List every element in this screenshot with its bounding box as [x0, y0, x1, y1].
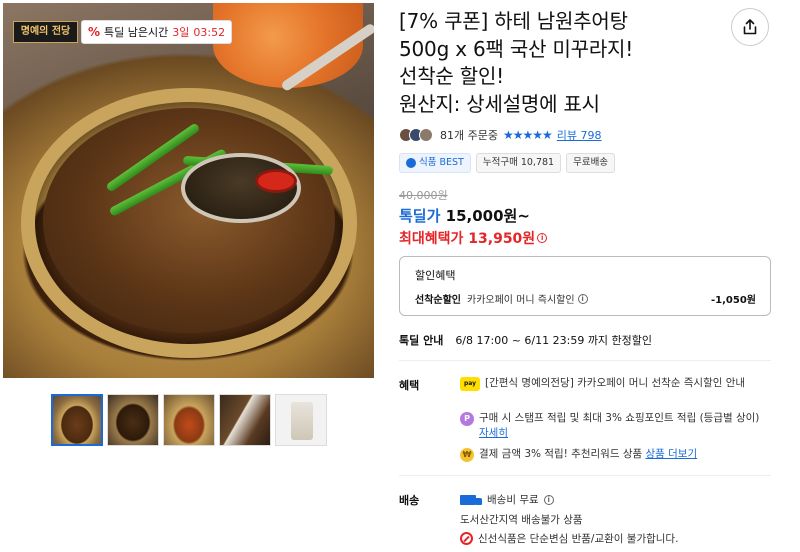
title-line: 원산지: 상세설명에 표시 [399, 91, 600, 116]
shipping-fee-text: 배송비 무료 [487, 494, 539, 506]
shipping-warning: 신선식품은 단순변심 반품/교환이 불가합니다. [460, 531, 678, 546]
discount-line: 선착순할인 카카오페이 머니 즉시할인 i -1,050원 [415, 291, 756, 306]
review-summary: 81개 주문중 ★★★★★ 리뷰 798 [399, 127, 602, 143]
benefit-text: 구매 시 스탬프 적립 및 최대 3% 쇼핑포인트 적립 (등급별 상이) 자세… [479, 411, 765, 441]
truck-icon [460, 494, 482, 505]
max-benefit-price: 최대혜택가 13,950원 i [399, 228, 548, 248]
kakaopay-icon: pay [460, 377, 480, 391]
title-line: 선착순 할인! [399, 64, 504, 88]
order-count: 81개 주문중 [440, 129, 498, 142]
deal-info: 톡딜 안내 6/8 17:00 ~ 6/11 23:59 까지 한정할인 [399, 332, 652, 348]
discount-desc: 카카오페이 머니 즉시할인 i [467, 291, 588, 306]
share-button[interactable] [731, 8, 769, 46]
timer-label: 특딜 남은시간 [104, 26, 169, 39]
info-icon[interactable]: i [537, 233, 548, 243]
thumbnail-5[interactable] [275, 394, 327, 446]
deal-price-label: 톡딜가 [399, 207, 441, 225]
original-price: 40,000원 [399, 189, 448, 202]
discount-name: 선착순할인 [415, 295, 461, 306]
product-tags: 식품 BEST 누적구매 10,781 무료배송 [399, 153, 616, 173]
point-icon: P [460, 412, 474, 426]
review-count-link[interactable]: 리뷰 798 [557, 127, 602, 143]
title-line: [7% 쿠폰] 하테 남원추어탕 [399, 9, 628, 33]
main-product-image[interactable]: 명예의 전당 % 특딜 남은시간 3일 03:52 [3, 3, 374, 378]
tag-best[interactable]: 식품 BEST [399, 153, 471, 173]
divider [399, 360, 771, 361]
star-rating-icon: ★★★★★ [502, 128, 553, 142]
info-icon[interactable]: i [543, 494, 554, 505]
no-entry-icon [460, 532, 473, 545]
benefit-text-body: 결제 금액 3% 적립! 추천리워드 상품 [479, 448, 643, 460]
thumbnail-strip [51, 394, 327, 446]
timer-clock: 03:52 [193, 25, 226, 39]
benefit-item: P 구매 시 스탬프 적립 및 최대 3% 쇼핑포인트 적립 (등급별 상이) … [460, 411, 765, 441]
tag-cumulative-purchases: 누적구매 10,781 [475, 153, 562, 173]
share-icon [743, 19, 757, 35]
benefit-item: pay [간편식 명예의전당] 카카오페이 머니 선착순 즉시할인 안내 [460, 376, 765, 391]
coin-icon: ₩ [460, 448, 474, 462]
thumbnail-3[interactable] [163, 394, 215, 446]
thumbnail-1[interactable] [51, 394, 103, 446]
max-benefit-text: 최대혜택가 13,950원 [399, 231, 536, 247]
more-products-link[interactable]: 상품 더보기 [645, 448, 697, 460]
shipping-label: 배송 [399, 494, 420, 507]
timer-days: 3일 [172, 26, 190, 39]
brand-badge: 명예의 전당 [13, 21, 78, 43]
deal-info-value: 6/8 17:00 ~ 6/11 23:59 까지 한정할인 [455, 334, 653, 347]
discount-box: 할인혜택 선착순할인 카카오페이 머니 즉시할인 i -1,050원 [399, 256, 771, 316]
info-icon[interactable]: i [577, 293, 588, 304]
thumbnail-2[interactable] [107, 394, 159, 446]
divider [399, 475, 771, 476]
tag-free-shipping: 무료배송 [566, 153, 616, 173]
soup [43, 108, 335, 333]
deal-price: 톡딜가 15,000원~ [399, 205, 530, 226]
shipping-warning-text: 신선식품은 단순변심 반품/교환이 불가합니다. [478, 533, 679, 545]
discount-amount: -1,050원 [711, 295, 756, 306]
deal-timer-badge: % 특딜 남은시간 3일 03:52 [81, 20, 233, 44]
deal-info-label: 톡딜 안내 [399, 334, 444, 347]
shipping-fee: 배송비 무료 i [460, 492, 554, 507]
details-link[interactable]: 자세히 [479, 427, 508, 439]
tag-label: 식품 BEST [419, 157, 464, 168]
title-line: 500g x 6팩 국산 미꾸라지! [399, 36, 634, 61]
thumbnail-4[interactable] [219, 394, 271, 446]
benefit-text: 결제 금액 3% 적립! 추천리워드 상품 상품 더보기 [479, 447, 697, 462]
shipping-note: 도서산간지역 배송불가 상품 [460, 514, 583, 526]
benefit-item: ₩ 결제 금액 3% 적립! 추천리워드 상품 상품 더보기 [460, 447, 765, 462]
product-title: [7% 쿠폰] 하테 남원추어탕 500g x 6팩 국산 미꾸라지! 선착순 … [399, 8, 689, 118]
discount-header: 할인혜택 [415, 269, 456, 282]
buyer-avatars [399, 128, 433, 142]
discount-desc-text: 카카오페이 머니 즉시할인 [467, 295, 575, 306]
benefit-text-body: 구매 시 스탬프 적립 및 최대 3% 쇼핑포인트 적립 (등급별 상이) [479, 412, 760, 424]
benefit-text: [간편식 명예의전당] 카카오페이 머니 선착순 즉시할인 안내 [485, 377, 746, 389]
best-icon [406, 158, 416, 168]
red-pepper [255, 169, 297, 193]
avatar [419, 128, 433, 142]
percent-icon: % [88, 25, 101, 39]
deal-price-value: 15,000원~ [445, 207, 530, 225]
benefits-label: 혜택 [399, 379, 420, 392]
